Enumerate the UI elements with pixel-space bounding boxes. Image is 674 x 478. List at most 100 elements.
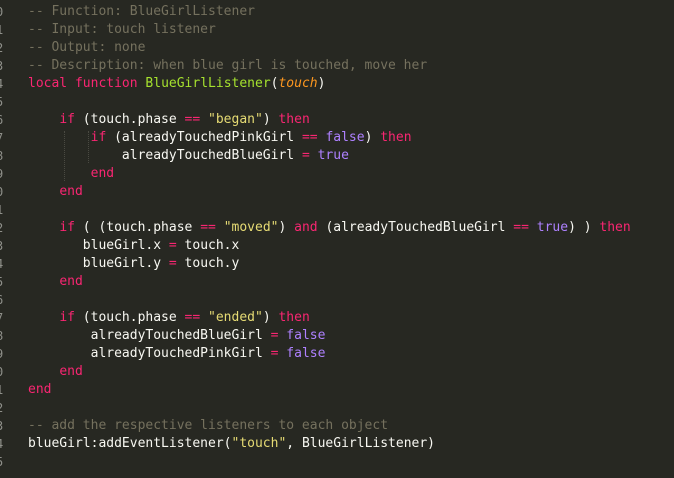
code-line[interactable]: 1 end xyxy=(0,381,674,399)
code-token-kw: end xyxy=(90,166,115,181)
indent-guide xyxy=(64,131,65,181)
code-token-kw: local xyxy=(28,76,68,91)
code-text[interactable]: -- Input: touch listener xyxy=(28,21,216,39)
code-line[interactable]: 3 -- Description: when blue girl is touch… xyxy=(0,57,674,75)
line-number: 6 xyxy=(0,291,8,309)
code-line[interactable]: 7 if (touch.phase == "ended") then xyxy=(0,309,674,327)
code-line[interactable]: 6 if (touch.phase == "began") then xyxy=(0,111,674,129)
line-number: 5 xyxy=(0,273,8,291)
code-text[interactable]: local function BlueGirlListener(touch) xyxy=(28,75,325,93)
code-token-plain: ) xyxy=(364,130,381,145)
code-line[interactable]: 1 xyxy=(0,201,674,219)
line-number: 2 xyxy=(0,399,8,417)
line-number: 1 xyxy=(0,381,8,399)
code-text[interactable]: end xyxy=(28,363,83,381)
line-number: 3 xyxy=(0,57,8,75)
code-text[interactable]: blueGirl.x = touch.x xyxy=(28,237,240,255)
code-token-op: = xyxy=(168,238,177,253)
line-number: 1 xyxy=(0,21,8,39)
code-token-const: false xyxy=(286,328,326,343)
code-token-kw: then xyxy=(599,220,631,235)
code-line[interactable]: 6 xyxy=(0,291,674,309)
code-token-plain: alreadyTouchedBlueGirl xyxy=(28,148,302,163)
code-line[interactable]: 0 end xyxy=(0,363,674,381)
code-line[interactable]: 0 -- Function: BlueGirlListener xyxy=(0,3,674,21)
code-token-plain: ) xyxy=(262,310,279,325)
code-text[interactable]: alreadyTouchedBlueGirl = false xyxy=(28,327,326,345)
code-token-const: false xyxy=(286,346,326,361)
code-text[interactable]: -- add the respective listeners to each … xyxy=(28,417,388,435)
code-token-plain: (touch.phase xyxy=(74,112,185,127)
code-line[interactable]: 8 alreadyTouchedBlueGirl = true xyxy=(0,147,674,165)
code-line[interactable]: 2 if ( (touch.phase == "moved") and (alr… xyxy=(0,219,674,237)
code-line[interactable]: 4 local function BlueGirlListener(touch) xyxy=(0,75,674,93)
code-line[interactable]: 9 alreadyTouchedPinkGirl = false xyxy=(0,345,674,363)
line-number: 0 xyxy=(0,183,8,201)
code-line[interactable]: 5 xyxy=(0,453,674,471)
line-number: 5 xyxy=(0,93,8,111)
code-line[interactable]: 0 end xyxy=(0,183,674,201)
code-token-kw: end xyxy=(28,382,52,397)
code-token-op: == xyxy=(301,130,318,145)
code-token-const: false xyxy=(325,130,365,145)
code-line[interactable]: 1 -- Input: touch listener xyxy=(0,21,674,39)
code-line[interactable]: 3 blueGirl.x = touch.x xyxy=(0,237,674,255)
code-token-plain: touch.y xyxy=(176,256,240,271)
code-text[interactable]: if ( (touch.phase == "moved") and (alrea… xyxy=(28,219,631,237)
code-text[interactable]: -- Function: BlueGirlListener xyxy=(28,3,255,21)
code-line[interactable]: 7 if (alreadyTouchedPinkGirl == false) t… xyxy=(0,129,674,147)
code-token-plain: alreadyTouchedPinkGirl xyxy=(28,346,271,361)
code-line[interactable]: 8 alreadyTouchedBlueGirl = false xyxy=(0,327,674,345)
code-token-op: == xyxy=(184,310,201,325)
code-line[interactable]: 2 -- Output: none xyxy=(0,39,674,57)
code-text[interactable]: end xyxy=(28,165,114,183)
line-number: 9 xyxy=(0,165,8,183)
code-line[interactable]: 5 end xyxy=(0,273,674,291)
line-number: 5 xyxy=(0,453,8,471)
code-text[interactable]: alreadyTouchedBlueGirl = true xyxy=(28,147,349,165)
code-line[interactable]: 4 blueGirl.y = touch.y xyxy=(0,255,674,273)
code-text[interactable]: end xyxy=(28,381,51,399)
code-text[interactable]: alreadyTouchedPinkGirl = false xyxy=(28,345,326,363)
code-text[interactable]: if (alreadyTouchedPinkGirl == false) the… xyxy=(28,129,412,147)
code-text[interactable]: end xyxy=(28,183,82,201)
code-text[interactable]: blueGirl.y = touch.y xyxy=(28,255,240,273)
line-number: 4 xyxy=(0,435,8,453)
code-token-kw: then xyxy=(278,112,310,127)
line-number: 8 xyxy=(0,147,8,165)
code-token-op: == xyxy=(513,220,529,235)
code-token-kw: end xyxy=(59,364,83,379)
line-number: 2 xyxy=(0,219,8,237)
code-line[interactable]: 4 blueGirl:addEventListener("touch", Blue… xyxy=(0,435,674,453)
code-text[interactable]: if (touch.phase == "began") then xyxy=(28,111,310,129)
code-line[interactable]: 3 -- add the respective listeners to each… xyxy=(0,417,674,435)
code-line[interactable]: 2 xyxy=(0,399,674,417)
code-text[interactable]: -- Description: when blue girl is touche… xyxy=(28,57,427,75)
code-text[interactable]: blueGirl:addEventListener("touch", BlueG… xyxy=(28,435,435,453)
code-text[interactable]: if (touch.phase == "ended") then xyxy=(28,309,310,327)
code-token-kw: if xyxy=(59,310,75,325)
line-number: 7 xyxy=(0,309,8,327)
code-line[interactable]: 5 xyxy=(0,93,674,111)
code-text[interactable]: -- Output: none xyxy=(28,39,145,57)
code-token-plain: alreadyTouchedBlueGirl xyxy=(28,328,271,343)
code-text[interactable]: end xyxy=(28,273,82,291)
code-line[interactable]: 9 end xyxy=(0,165,674,183)
code-token-plain: blueGirl:addEventListener( xyxy=(28,436,232,451)
code-token-kw: then xyxy=(278,310,310,325)
line-number: 1 xyxy=(0,201,8,219)
code-token-plain: ) ) xyxy=(568,220,600,235)
code-editor[interactable]: 0 -- Function: BlueGirlListener 1 -- Input:… xyxy=(0,0,674,478)
code-token-plain: , BlueGirlListener) xyxy=(286,436,436,451)
code-token-op: = xyxy=(168,256,177,271)
code-token-comment: -- Description: when blue girl is touche… xyxy=(28,58,428,73)
